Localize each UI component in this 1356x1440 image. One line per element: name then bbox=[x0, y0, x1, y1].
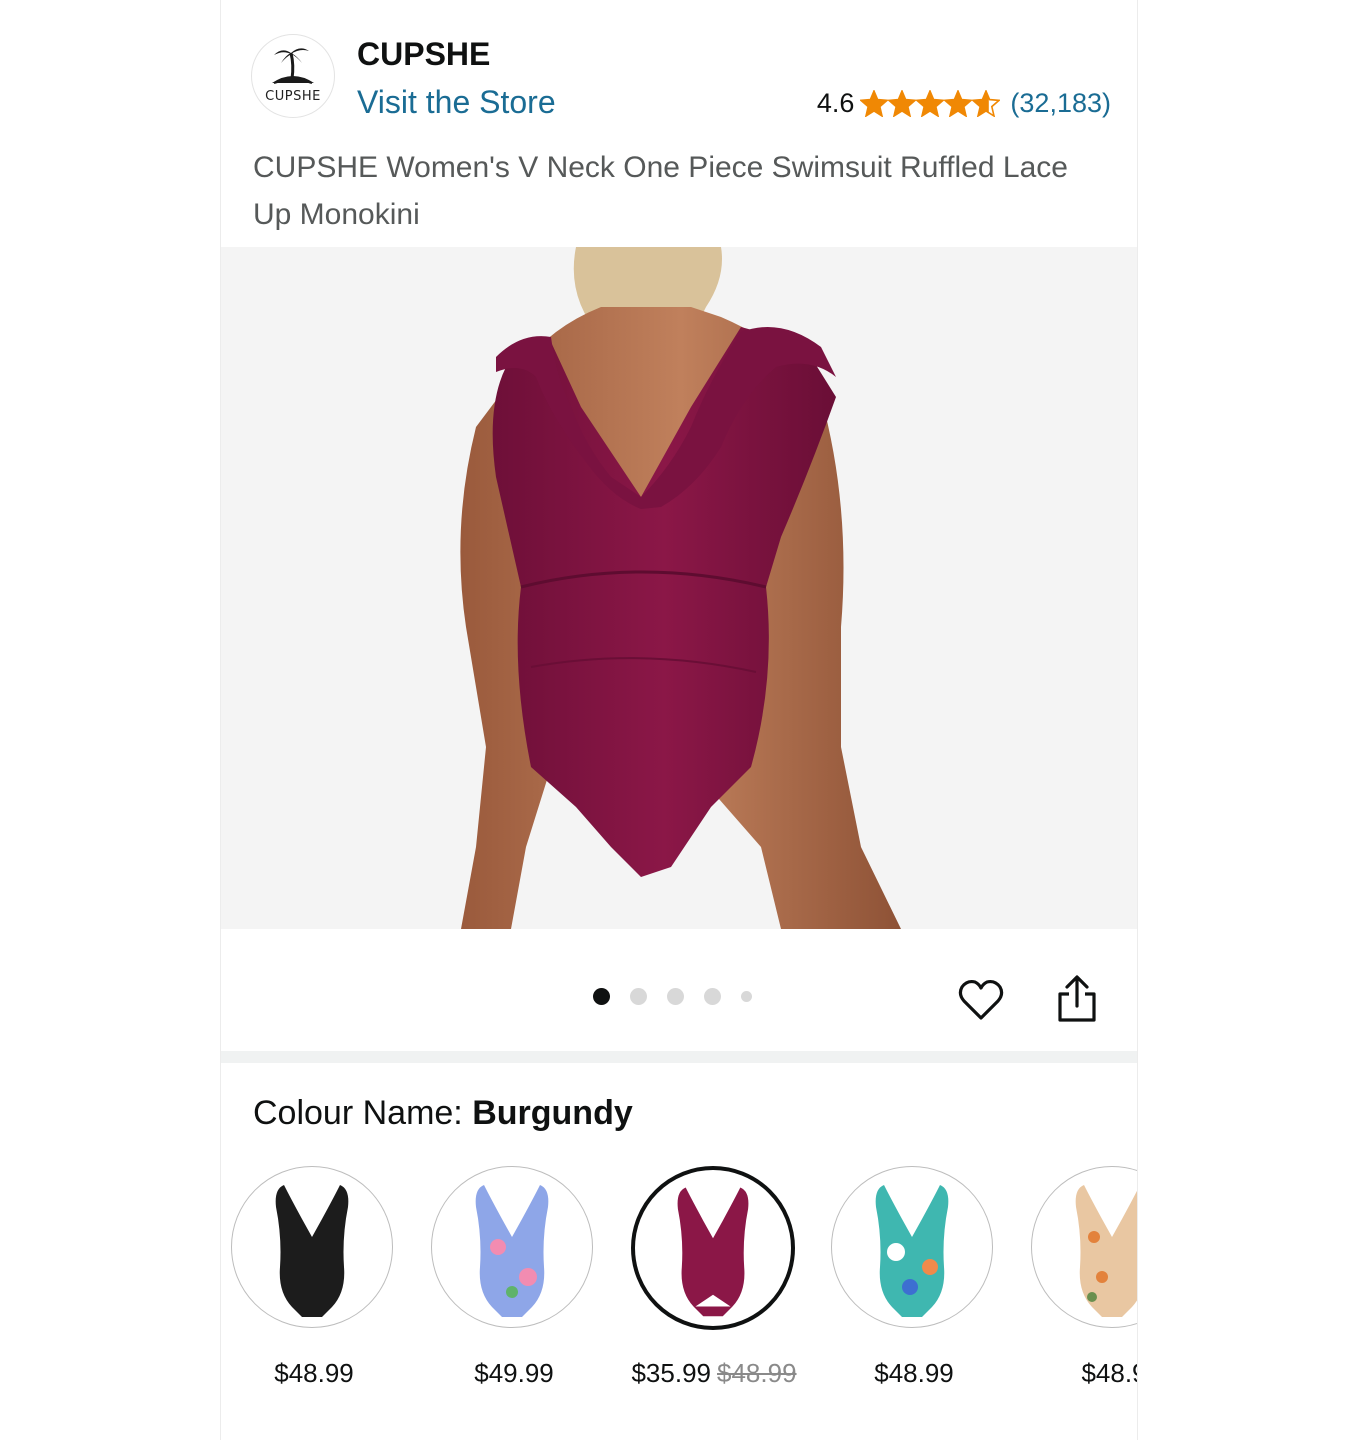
brand-name: CUPSHE bbox=[357, 36, 491, 72]
product-title: CUPSHE Women's V Neck One Piece Swimsuit… bbox=[253, 151, 1068, 231]
price: $35.99 bbox=[631, 1358, 711, 1388]
palm-island-icon bbox=[272, 48, 314, 84]
swatch-image[interactable] bbox=[1031, 1166, 1137, 1328]
swatch-price: $48.99 bbox=[821, 1358, 1007, 1389]
product-page: CUPSHE CUPSHE Visit the Store 4.6 (32,18… bbox=[220, 0, 1138, 1440]
section-divider bbox=[221, 1051, 1137, 1063]
price: $49.99 bbox=[474, 1358, 554, 1388]
carousel-dot[interactable] bbox=[704, 988, 721, 1005]
swatch-image[interactable] bbox=[431, 1166, 593, 1328]
price: $48.99 bbox=[874, 1358, 954, 1388]
product-image[interactable] bbox=[221, 247, 1137, 929]
old-price: $48.99 bbox=[717, 1358, 797, 1388]
brand-header: CUPSHE CUPSHE Visit the Store 4.6 (32,18… bbox=[251, 34, 1111, 124]
visit-store-link[interactable]: Visit the Store bbox=[357, 84, 556, 121]
carousel-dot[interactable] bbox=[630, 988, 647, 1005]
carousel-dot[interactable] bbox=[741, 991, 752, 1002]
price: $48.99 bbox=[274, 1358, 354, 1388]
heart-icon[interactable] bbox=[957, 976, 1005, 1024]
star-icon bbox=[916, 90, 945, 117]
star-rating bbox=[860, 90, 1001, 117]
carousel-dot[interactable] bbox=[593, 988, 610, 1005]
swatch-price: $49.99 bbox=[421, 1358, 607, 1389]
brand-logo[interactable]: CUPSHE bbox=[251, 34, 335, 118]
carousel-dot[interactable] bbox=[667, 988, 684, 1005]
selected-colour: Burgundy bbox=[472, 1094, 633, 1132]
price: $48.9 bbox=[1081, 1358, 1137, 1388]
logo-text: CUPSHE bbox=[265, 89, 321, 104]
share-icon[interactable] bbox=[1055, 974, 1099, 1024]
star-icon bbox=[860, 90, 889, 117]
colour-label-prefix: Colour Name: bbox=[253, 1094, 473, 1132]
product-photo bbox=[460, 247, 901, 929]
swatch-price: $35.99 $48.99 bbox=[621, 1358, 807, 1389]
swatch-image[interactable] bbox=[231, 1166, 393, 1328]
swatch-image[interactable] bbox=[631, 1166, 795, 1330]
rating-summary[interactable]: 4.6 (32,183) bbox=[817, 88, 1111, 119]
colour-name-label: Colour Name: Burgundy bbox=[253, 1094, 633, 1133]
star-icon bbox=[944, 90, 973, 117]
review-count[interactable]: (32,183) bbox=[1010, 88, 1111, 119]
rating-value: 4.6 bbox=[816, 88, 855, 118]
swatch-price: $48.9 bbox=[1021, 1358, 1137, 1389]
image-carousel-dots[interactable] bbox=[593, 988, 752, 1005]
swatch-price: $48.99 bbox=[221, 1358, 407, 1389]
star-icon bbox=[972, 90, 1001, 117]
colour-swatches: $48.99 $49.99 $35.99$48.99 $48.99 $48.9 bbox=[221, 1166, 1137, 1426]
star-icon bbox=[888, 90, 917, 117]
swatch-image[interactable] bbox=[831, 1166, 993, 1328]
